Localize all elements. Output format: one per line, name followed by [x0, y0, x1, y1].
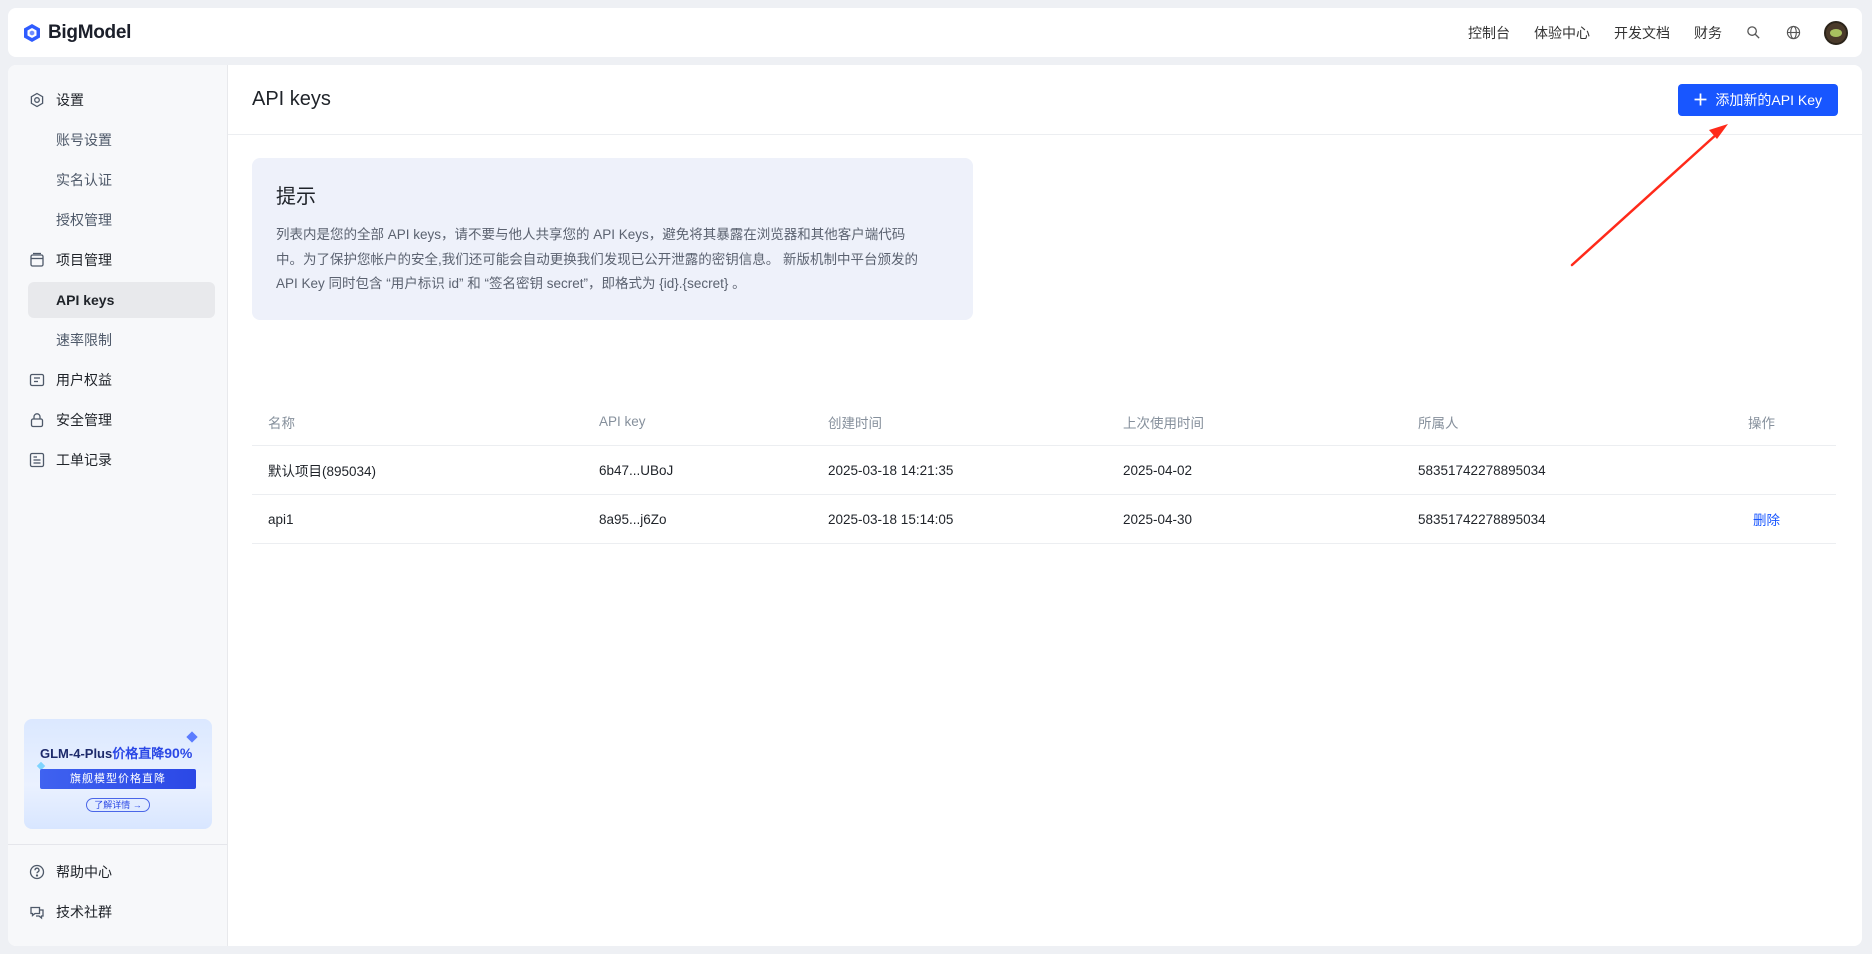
promo-learn-more-button[interactable]: 了解详情 → [86, 798, 150, 812]
help-icon [28, 863, 46, 881]
nav-docs[interactable]: 开发文档 [1614, 23, 1670, 43]
column-header: 操作 [1748, 415, 1775, 431]
sidebar-item-api-keys[interactable]: API keys [28, 282, 215, 318]
project-icon [28, 251, 46, 269]
cell-last-used: 2025-04-02 [1123, 462, 1193, 478]
table-row: api1 8a95...j6Zo 2025-03-18 15:14:05 202… [252, 495, 1836, 544]
avatar[interactable] [1824, 20, 1848, 45]
ticket-icon [28, 451, 46, 469]
sidebar-group-tickets[interactable]: 工单记录 [8, 440, 227, 480]
plus-icon [1694, 93, 1707, 106]
cell-actions: 删除 [1732, 509, 1836, 529]
sidebar-group-label: 技术社群 [56, 904, 112, 920]
cell-api-key: 6b47...UBoJ [599, 462, 674, 478]
sidebar-group-projects[interactable]: 项目管理 [8, 240, 227, 280]
cell-name: api1 [268, 511, 294, 527]
lock-icon [28, 411, 46, 429]
cell-name: 默认项目(895034) [268, 464, 377, 479]
sidebar: 设置 账号设置 实名认证 授权管理 项目管理 API keys 速率限制 用户权… [8, 65, 228, 946]
sidebar-group-settings[interactable]: 设置 [8, 80, 227, 120]
gear-icon [28, 91, 46, 109]
column-header: 创建时间 [828, 415, 882, 431]
sidebar-item-authorization[interactable]: 授权管理 [8, 200, 227, 240]
tip-text: 列表内是您的全部 API keys，请不要与他人共享您的 API Keys，避免… [276, 227, 918, 291]
search-icon[interactable] [1744, 24, 1762, 42]
promo-band: 旗舰模型价格直降 [40, 769, 196, 789]
add-api-key-button[interactable]: 添加新的API Key [1678, 83, 1838, 116]
sidebar-group-label: 设置 [56, 92, 84, 108]
sidebar-group-label: 帮助中心 [56, 864, 112, 880]
page-header: API keys 添加新的API Key [228, 65, 1862, 135]
top-nav-links: 控制台 体验中心 开发文档 财务 [1444, 20, 1848, 45]
column-header: 所属人 [1418, 415, 1459, 431]
top-nav-bar: BigModel 控制台 体验中心 开发文档 财务 [8, 8, 1862, 57]
sidebar-group-label: 安全管理 [56, 412, 112, 428]
chat-icon [28, 903, 46, 921]
cell-created: 2025-03-18 14:21:35 [828, 462, 954, 478]
tip-title: 提示 [276, 186, 316, 208]
sidebar-help-center[interactable]: 帮助中心 [8, 852, 227, 892]
cell-created: 2025-03-18 15:14:05 [828, 511, 954, 527]
brand-name: BigModel [48, 21, 132, 43]
content-area: API keys 添加新的API Key 提示 列表内是您的全部 API key… [228, 65, 1862, 946]
nav-console[interactable]: 控制台 [1468, 23, 1510, 43]
promo-banner[interactable]: GLM-4-Plus价格直降90% 旗舰模型价格直降 了解详情 → [24, 719, 212, 829]
promo-title: GLM-4-Plus价格直降90% [40, 745, 193, 761]
logo[interactable]: BigModel [22, 22, 131, 44]
column-header: 名称 [268, 415, 295, 431]
cell-owner: 58351742278895034 [1418, 511, 1546, 527]
sparkle-icon [186, 731, 198, 743]
cell-last-used: 2025-04-30 [1123, 511, 1193, 527]
bigmodel-logo-icon [24, 23, 40, 42]
sidebar-item-rate-limit[interactable]: 速率限制 [8, 320, 227, 360]
sidebar-group-benefits[interactable]: 用户权益 [8, 360, 227, 400]
sidebar-item-account[interactable]: 账号设置 [8, 120, 227, 160]
table-header-row: 名称 API key 创建时间 上次使用时间 所属人 操作 [252, 398, 1836, 446]
cell-api-key: 8a95...j6Zo [599, 511, 667, 527]
sidebar-group-label: 项目管理 [56, 252, 112, 268]
cell-owner: 58351742278895034 [1418, 462, 1546, 478]
sidebar-community[interactable]: 技术社群 [8, 892, 227, 932]
main-panel: 设置 账号设置 实名认证 授权管理 项目管理 API keys 速率限制 用户权… [8, 65, 1862, 946]
tip-box: 提示 列表内是您的全部 API keys，请不要与他人共享您的 API Keys… [252, 158, 973, 320]
sidebar-bottom: 帮助中心 技术社群 [8, 852, 227, 932]
globe-icon[interactable] [1784, 24, 1802, 42]
sidebar-item-verification[interactable]: 实名认证 [8, 160, 227, 200]
delete-link[interactable]: 删除 [1748, 513, 1780, 528]
benefits-icon [28, 371, 46, 389]
add-api-key-label: 添加新的API Key [1715, 91, 1822, 108]
sidebar-group-label: 工单记录 [56, 452, 112, 468]
sidebar-group-label: 用户权益 [56, 372, 112, 388]
nav-playground[interactable]: 体验中心 [1534, 23, 1590, 43]
table-row: 默认项目(895034) 6b47...UBoJ 2025-03-18 14:2… [252, 446, 1836, 495]
nav-finance[interactable]: 财务 [1694, 23, 1722, 43]
column-header: API key [599, 414, 646, 429]
column-header: 上次使用时间 [1123, 415, 1204, 431]
sidebar-divider [8, 844, 227, 845]
sidebar-group-security[interactable]: 安全管理 [8, 400, 227, 440]
page-title: API keys [252, 88, 331, 110]
api-keys-table: 名称 API key 创建时间 上次使用时间 所属人 操作 默认项目(89503… [252, 398, 1836, 544]
